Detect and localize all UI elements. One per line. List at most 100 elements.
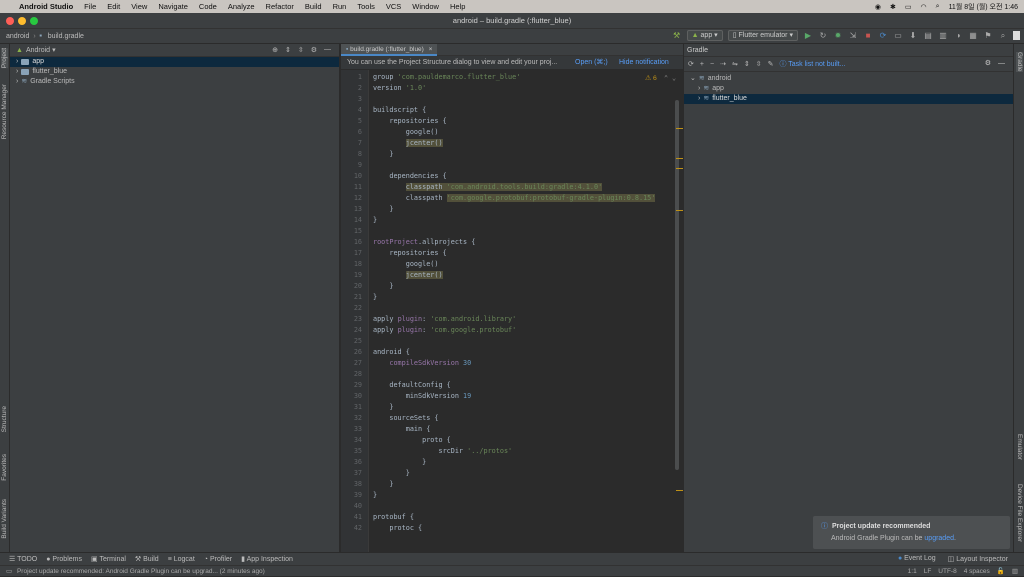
task-list-link[interactable]: ⓘ Task list not built... xyxy=(779,59,845,69)
event-log-tool-tab[interactable]: ● Event Log xyxy=(898,555,936,563)
execute-task-icon[interactable]: ⇢ xyxy=(720,60,726,68)
device-dropdown[interactable]: ▯ Flutter emulator ▾ xyxy=(727,30,798,41)
profiler-tool-tab[interactable]: ◔ Profiler xyxy=(204,556,232,563)
close-window-button[interactable] xyxy=(6,17,14,25)
breadcrumb-root[interactable]: android xyxy=(6,33,29,40)
terminal-tool-tab[interactable]: ▣ Terminal xyxy=(91,555,126,563)
app-menu[interactable]: Android Studio xyxy=(19,2,73,11)
expand-all-icon[interactable]: ⇕ xyxy=(744,60,750,68)
chevron-right-icon[interactable]: › xyxy=(698,94,700,104)
sdk-manager-icon[interactable]: ⬇ xyxy=(908,31,918,41)
apply-changes-icon[interactable]: ↻ xyxy=(818,31,828,41)
tree-item-flutter-blue[interactable]: › flutter_blue xyxy=(10,67,339,77)
warning-stripe[interactable] xyxy=(676,490,683,491)
battery-icon[interactable]: ▭ xyxy=(905,3,912,11)
run-icon[interactable]: ▶ xyxy=(803,31,813,41)
menu-vcs[interactable]: VCS xyxy=(386,2,401,11)
code-area[interactable]: 1 2 3 4 5 6 7 8 9 10 11 12 13 14 15 16 17 18 19 20 21 22 23 24 2… xyxy=(341,70,683,552)
memory-icon[interactable]: ▥ xyxy=(1012,566,1018,577)
run-config-dropdown[interactable]: ▲ app ▾ xyxy=(686,30,723,41)
attach-debugger-icon[interactable]: ⇲ xyxy=(848,31,858,41)
problems-tool-tab[interactable]: ● Problems xyxy=(46,556,82,563)
chevron-right-icon[interactable]: › xyxy=(16,57,18,67)
menu-run[interactable]: Run xyxy=(333,2,347,11)
favorites-tool-tab[interactable]: Favorites xyxy=(1,454,8,481)
warnings-count[interactable]: ⚠ 6 xyxy=(645,74,657,82)
menu-tools[interactable]: Tools xyxy=(357,2,375,11)
gear-icon[interactable]: ⚙ xyxy=(311,46,317,54)
indent-setting[interactable]: 4 spaces xyxy=(964,566,990,577)
avd-manager-icon[interactable]: ▭ xyxy=(893,31,903,41)
project-tool-tab[interactable]: Project xyxy=(1,48,8,69)
project-view-dropdown[interactable]: Android xyxy=(26,47,50,54)
minimize-window-button[interactable] xyxy=(18,17,26,25)
device-mirror-icon[interactable]: ▦ xyxy=(968,31,978,41)
hammer-icon[interactable]: ⚒ xyxy=(672,31,682,41)
collapse-all-icon[interactable]: ⇳ xyxy=(756,60,762,68)
expand-all-icon[interactable]: ⇕ xyxy=(285,46,291,54)
toggle-offline-icon[interactable]: ⇋ xyxy=(732,60,738,68)
menu-navigate[interactable]: Navigate xyxy=(158,2,188,11)
chevron-down-icon[interactable]: ⌄ xyxy=(690,74,696,84)
search-everywhere-icon[interactable]: ⌕ xyxy=(998,31,1008,41)
menu-help[interactable]: Help xyxy=(450,2,465,11)
close-tab-icon[interactable]: × xyxy=(429,46,433,53)
logcat-tool-tab[interactable]: ≡ Logcat xyxy=(168,556,195,563)
menu-view[interactable]: View xyxy=(131,2,147,11)
chevron-down-icon[interactable]: ▾ xyxy=(52,46,56,54)
menu-build[interactable]: Build xyxy=(305,2,322,11)
caret-position[interactable]: 1:1 xyxy=(908,566,917,577)
gradle-tree-item-app[interactable]: › ≋ app xyxy=(684,84,1013,94)
lock-icon[interactable]: 🔓 xyxy=(997,566,1005,577)
collapse-all-icon[interactable]: ⇳ xyxy=(298,46,304,54)
gradle-tool-tab[interactable]: Gradle xyxy=(1016,52,1023,72)
device-file-explorer-tool-tab[interactable]: Device File Explorer xyxy=(1016,484,1023,542)
layout-inspector-tool-tab[interactable]: ◫ Layout Inspector xyxy=(948,555,1008,563)
warning-stripe[interactable] xyxy=(676,168,683,169)
upgrade-link[interactable]: upgraded xyxy=(924,535,954,542)
reload-icon[interactable]: ⟳ xyxy=(688,60,694,68)
menu-refactor[interactable]: Refactor xyxy=(266,2,294,11)
editor-scrollbar[interactable] xyxy=(675,100,679,470)
chevron-right-icon[interactable]: › xyxy=(16,67,18,77)
wechat-icon[interactable]: ◉ xyxy=(875,3,881,11)
menu-window[interactable]: Window xyxy=(412,2,439,11)
status-icon[interactable] xyxy=(1013,31,1020,40)
bluetooth-icon[interactable]: ✱ xyxy=(890,3,896,11)
chevron-down-icon[interactable]: ⌄ xyxy=(672,74,676,82)
gradle-tree-item-flutter-blue[interactable]: › ≋ flutter_blue xyxy=(684,94,1013,104)
structure-icon[interactable]: ▥ xyxy=(938,31,948,41)
minus-icon[interactable]: − xyxy=(710,61,714,68)
breadcrumb-file[interactable]: build.gradle xyxy=(48,33,84,40)
search-icon[interactable]: ⌕ xyxy=(936,3,940,11)
locate-icon[interactable]: ⊕ xyxy=(272,46,278,54)
todo-tool-tab[interactable]: ☰ TODO xyxy=(9,555,37,563)
line-separator[interactable]: LF xyxy=(924,566,932,577)
gradle-tree-item-android[interactable]: ⌄ ≋ android xyxy=(684,74,1013,84)
chevron-up-icon[interactable]: ⌃ xyxy=(664,74,668,82)
assistant-icon[interactable]: ⚑ xyxy=(983,31,993,41)
tree-item-app[interactable]: › app xyxy=(10,57,339,67)
resource-manager-tool-tab[interactable]: Resource Manager xyxy=(1,84,8,139)
app-inspection-tool-tab[interactable]: ▮ App Inspection xyxy=(241,555,293,563)
structure-tool-tab[interactable]: Structure xyxy=(1,406,8,432)
chevron-right-icon[interactable]: › xyxy=(16,77,18,87)
hide-icon[interactable]: — xyxy=(998,57,1005,70)
menu-file[interactable]: File xyxy=(84,2,96,11)
hide-icon[interactable]: — xyxy=(324,46,331,54)
notification-popup[interactable]: ⓘ Project update recommended Android Gra… xyxy=(813,516,1010,549)
sync-icon[interactable]: ⟳ xyxy=(878,31,888,41)
warning-stripe[interactable] xyxy=(676,128,683,129)
warning-stripe[interactable] xyxy=(676,210,683,211)
menu-analyze[interactable]: Analyze xyxy=(228,2,255,11)
datetime[interactable]: 11월 8일 (월) 오전 1:46 xyxy=(949,2,1018,12)
tree-item-gradle-scripts[interactable]: › ≋ Gradle Scripts xyxy=(10,77,339,87)
stop-icon[interactable]: ■ xyxy=(863,31,873,41)
wifi-icon[interactable]: ◠ xyxy=(921,3,927,11)
add-icon[interactable]: + xyxy=(700,61,704,68)
build-variants-tool-tab[interactable]: Build Variants xyxy=(1,499,8,539)
layout-icon[interactable]: ▤ xyxy=(923,31,933,41)
build-tool-tab[interactable]: ⚒ Build xyxy=(135,555,159,563)
zoom-window-button[interactable] xyxy=(30,17,38,25)
debug-icon[interactable]: ✹ xyxy=(833,31,843,41)
